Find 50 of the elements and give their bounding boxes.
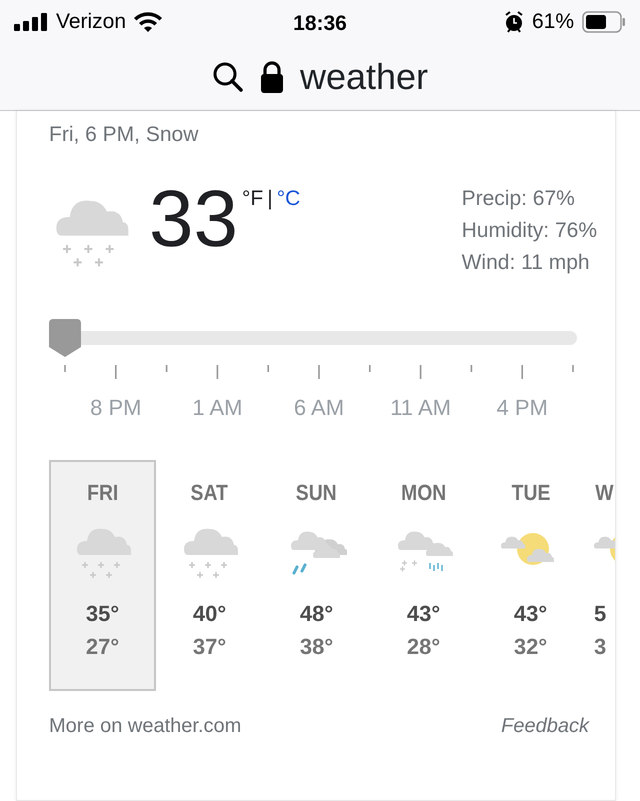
high-temp: 43° [406,600,440,628]
time-label: 6 AM [292,394,346,422]
day-name: MON [400,478,446,506]
temperature: 33 [149,178,238,258]
feedback-link[interactable]: Feedback [501,710,589,740]
forecast-day[interactable]: TUE 43° 32° [477,460,584,690]
unit-separator: | [267,186,273,212]
weather-detail: Humidity: 76% [462,218,597,244]
day-name: W [595,478,614,506]
high-temp: 48° [300,600,334,628]
day-name: TUE [511,478,550,506]
more-link[interactable]: More on weather.com [49,710,242,740]
wifi-icon [134,12,162,32]
high-temp: 35° [86,600,120,628]
unit-toggle[interactable]: °C [276,182,300,214]
time-label: 11 AM [389,394,452,422]
battery-percent: 61% [532,9,574,36]
day-name: SUN [296,478,337,506]
time-label: 4 PM [495,394,549,422]
time-label: 1 AM [191,394,244,422]
time-label: 8 PM [89,394,142,422]
low-temp: 37° [192,632,226,660]
low-temp: 27° [86,632,120,660]
high-temp: 40° [192,600,226,628]
high-temp: 43° [514,600,548,628]
clock-time: 18:36 [293,11,347,37]
low-temp: 28° [406,632,440,660]
carrier-name: Verizon [56,9,126,36]
forecast-day[interactable]: FRI 35° 27° [49,460,156,690]
slider-thumb[interactable] [49,318,81,356]
low-temp: 32° [514,632,548,660]
address-text[interactable]: weather [300,50,428,104]
signal-icon [14,13,48,31]
forecast-day[interactable]: SUN 48° 38° [263,460,370,690]
lock-icon [260,61,284,93]
weather-detail: Wind: 11 mph [462,250,591,276]
battery-icon [582,11,626,33]
search-icon[interactable] [212,61,244,93]
forecast-subtitle: Fri, 6 PM, Snow [49,122,200,148]
alarm-icon [504,11,524,33]
day-name: SAT [190,478,228,506]
forecast-day[interactable]: W 5 3 [584,460,615,690]
day-name: FRI [86,478,118,506]
low-temp: 38° [300,632,334,660]
forecast-day[interactable]: MON 43° 28° [370,460,477,690]
high-temp: 5 [594,600,606,628]
weather-detail: Precip: 67% [462,186,576,212]
timeline-slider[interactable] [49,318,577,356]
low-temp: 3 [594,632,606,660]
forecast-day[interactable]: SAT 40° 37° [156,460,263,690]
